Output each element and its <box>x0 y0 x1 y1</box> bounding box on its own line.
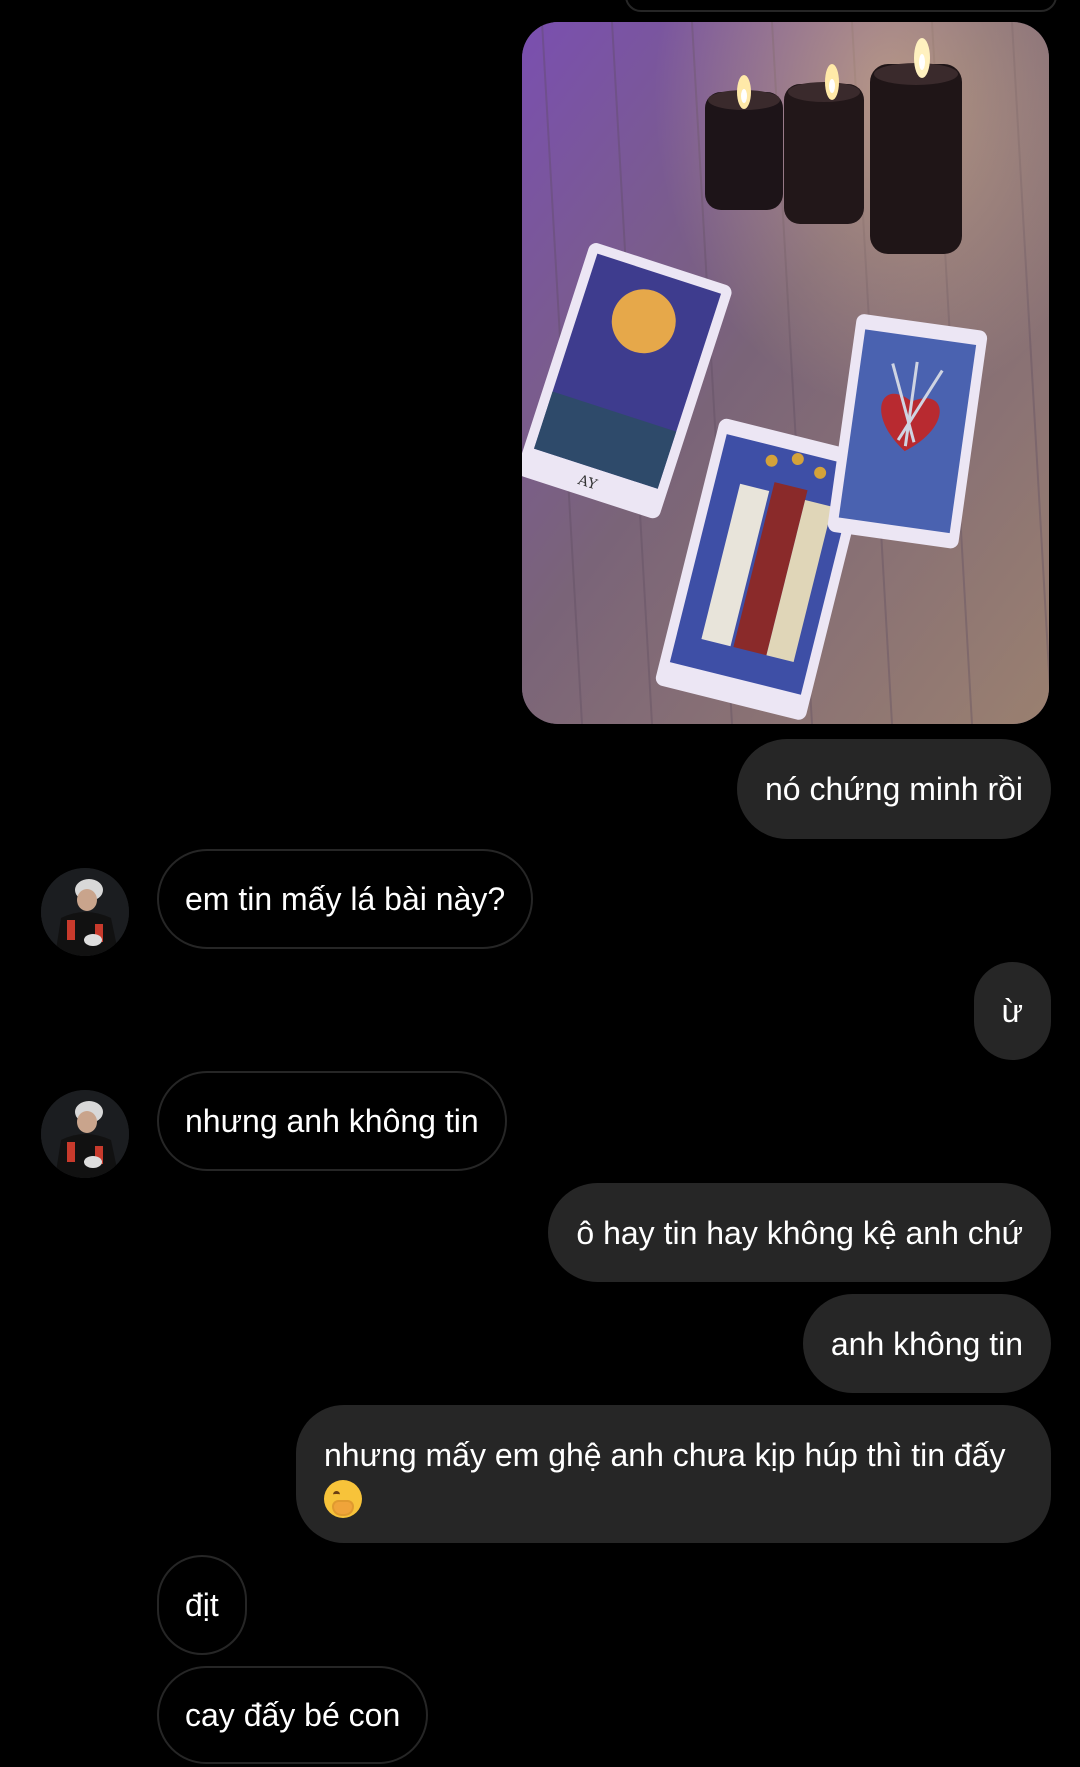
outgoing-message[interactable]: anh không tin <box>802 1294 1051 1393</box>
message-text: ô hay tin hay không kệ anh chứ <box>576 1214 1023 1251</box>
incoming-message[interactable]: địt <box>157 1555 247 1655</box>
incoming-message[interactable]: nhưng anh không tin <box>157 1071 507 1171</box>
tarot-cards-candles-photo-icon: AY <box>522 22 1049 724</box>
previous-message-bubble <box>625 0 1057 12</box>
avatar[interactable] <box>41 868 129 956</box>
avatar[interactable] <box>41 1090 129 1178</box>
message-text: em tin mấy lá bài này? <box>185 881 506 917</box>
message-text: nó chứng minh rồi <box>765 771 1023 807</box>
message-text: ừ <box>1001 993 1023 1029</box>
message-text: anh không tin <box>830 1325 1023 1362</box>
message-text: địt <box>185 1587 219 1623</box>
outgoing-message[interactable]: ừ <box>973 962 1051 1060</box>
hand-over-mouth-emoji-icon <box>324 1479 362 1518</box>
shared-photo[interactable]: AY <box>522 22 1049 724</box>
incoming-message[interactable]: cay đấy bé con <box>157 1666 429 1764</box>
outgoing-message[interactable]: nó chứng minh rồi <box>737 739 1051 839</box>
outgoing-message[interactable]: ô hay tin hay không kệ anh chứ <box>548 1183 1051 1282</box>
message-text: nhưng mấy em ghệ anh chưa kịp húp thì ti… <box>324 1437 1006 1473</box>
outgoing-message[interactable]: nhưng mấy em ghệ anh chưa kịp húp thì ti… <box>296 1405 1051 1543</box>
user-avatar-icon <box>41 1090 129 1178</box>
user-avatar-icon <box>41 868 129 956</box>
incoming-message[interactable]: em tin mấy lá bài này? <box>157 849 534 949</box>
message-text: nhưng anh không tin <box>185 1103 479 1139</box>
message-text: cay đấy bé con <box>185 1697 401 1733</box>
